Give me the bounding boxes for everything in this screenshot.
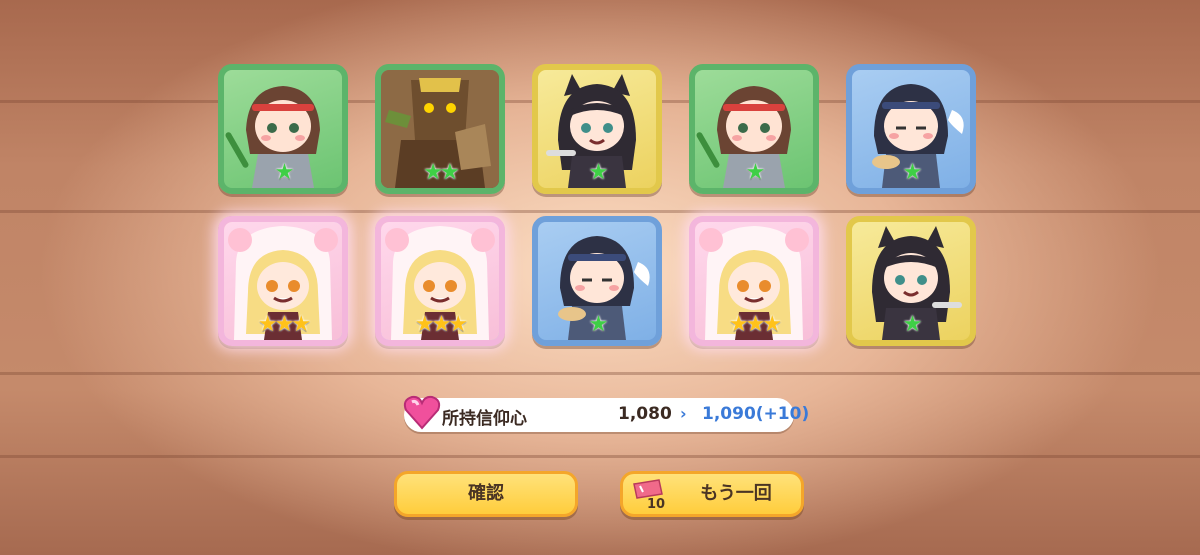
star-icon: ★ [902,312,923,337]
star-icon: ★ [745,160,766,185]
character-card[interactable]: ★ [532,64,662,194]
heart-gem-icon [403,395,441,430]
rarity-stars: ★ [538,162,656,184]
star-icon: ★ [588,312,609,337]
confirm-button[interactable]: 確認 [394,471,578,517]
character-card[interactable]: ★ [532,216,662,346]
rarity-stars: ★ [224,162,342,184]
character-card[interactable]: ★★ [375,64,505,194]
star-icon: ★ [257,312,278,337]
star-icon: ★ [440,160,460,185]
character-card[interactable]: ★★★ [218,216,348,346]
star-icon: ★ [902,160,923,185]
star-icon: ★ [274,312,295,337]
rarity-stars: ★ [538,314,656,336]
draw-again-label: もう一回 [700,483,772,504]
rarity-stars: ★ [852,314,970,336]
star-icon: ★ [431,312,452,337]
faith-old-value: 1,080 [618,404,672,424]
result-grid: ★ ★★ ★ ★ ★ ★★★ ★★★ ★ ★★★ ★ [218,64,976,346]
character-card[interactable]: ★ [846,64,976,194]
rarity-stars: ★ [695,162,813,184]
rarity-stars: ★ [852,162,970,184]
character-card[interactable]: ★ [846,216,976,346]
character-card[interactable]: ★ [689,64,819,194]
character-card[interactable]: ★ [218,64,348,194]
star-icon: ★ [423,160,443,185]
floor-plank [0,455,1200,458]
star-icon: ★ [291,312,311,337]
star-icon: ★ [745,312,766,337]
star-icon: ★ [448,312,468,337]
faith-new-value: 1,090(+10) [702,404,810,424]
rarity-stars: ★★★ [381,314,499,336]
ticket-count: 10 [647,497,666,512]
faith-panel: 所持信仰心 1,080 › 1,090(+10) [403,395,809,432]
faith-label: 所持信仰心 [442,409,527,429]
star-icon: ★ [762,312,782,337]
rarity-stars: ★★★ [224,314,342,336]
star-icon: ★ [728,312,749,337]
character-card[interactable]: ★★★ [375,216,505,346]
draw-again-button[interactable]: 10 もう一回 [620,471,804,517]
rarity-stars: ★★★ [695,314,813,336]
arrow-right-icon: › [680,404,687,423]
rarity-stars: ★★ [381,162,499,184]
confirm-label: 確認 [468,483,504,504]
character-card[interactable]: ★★★ [689,216,819,346]
star-icon: ★ [414,312,435,337]
floor-plank [0,372,1200,375]
star-icon: ★ [588,160,609,185]
star-icon: ★ [274,160,295,185]
